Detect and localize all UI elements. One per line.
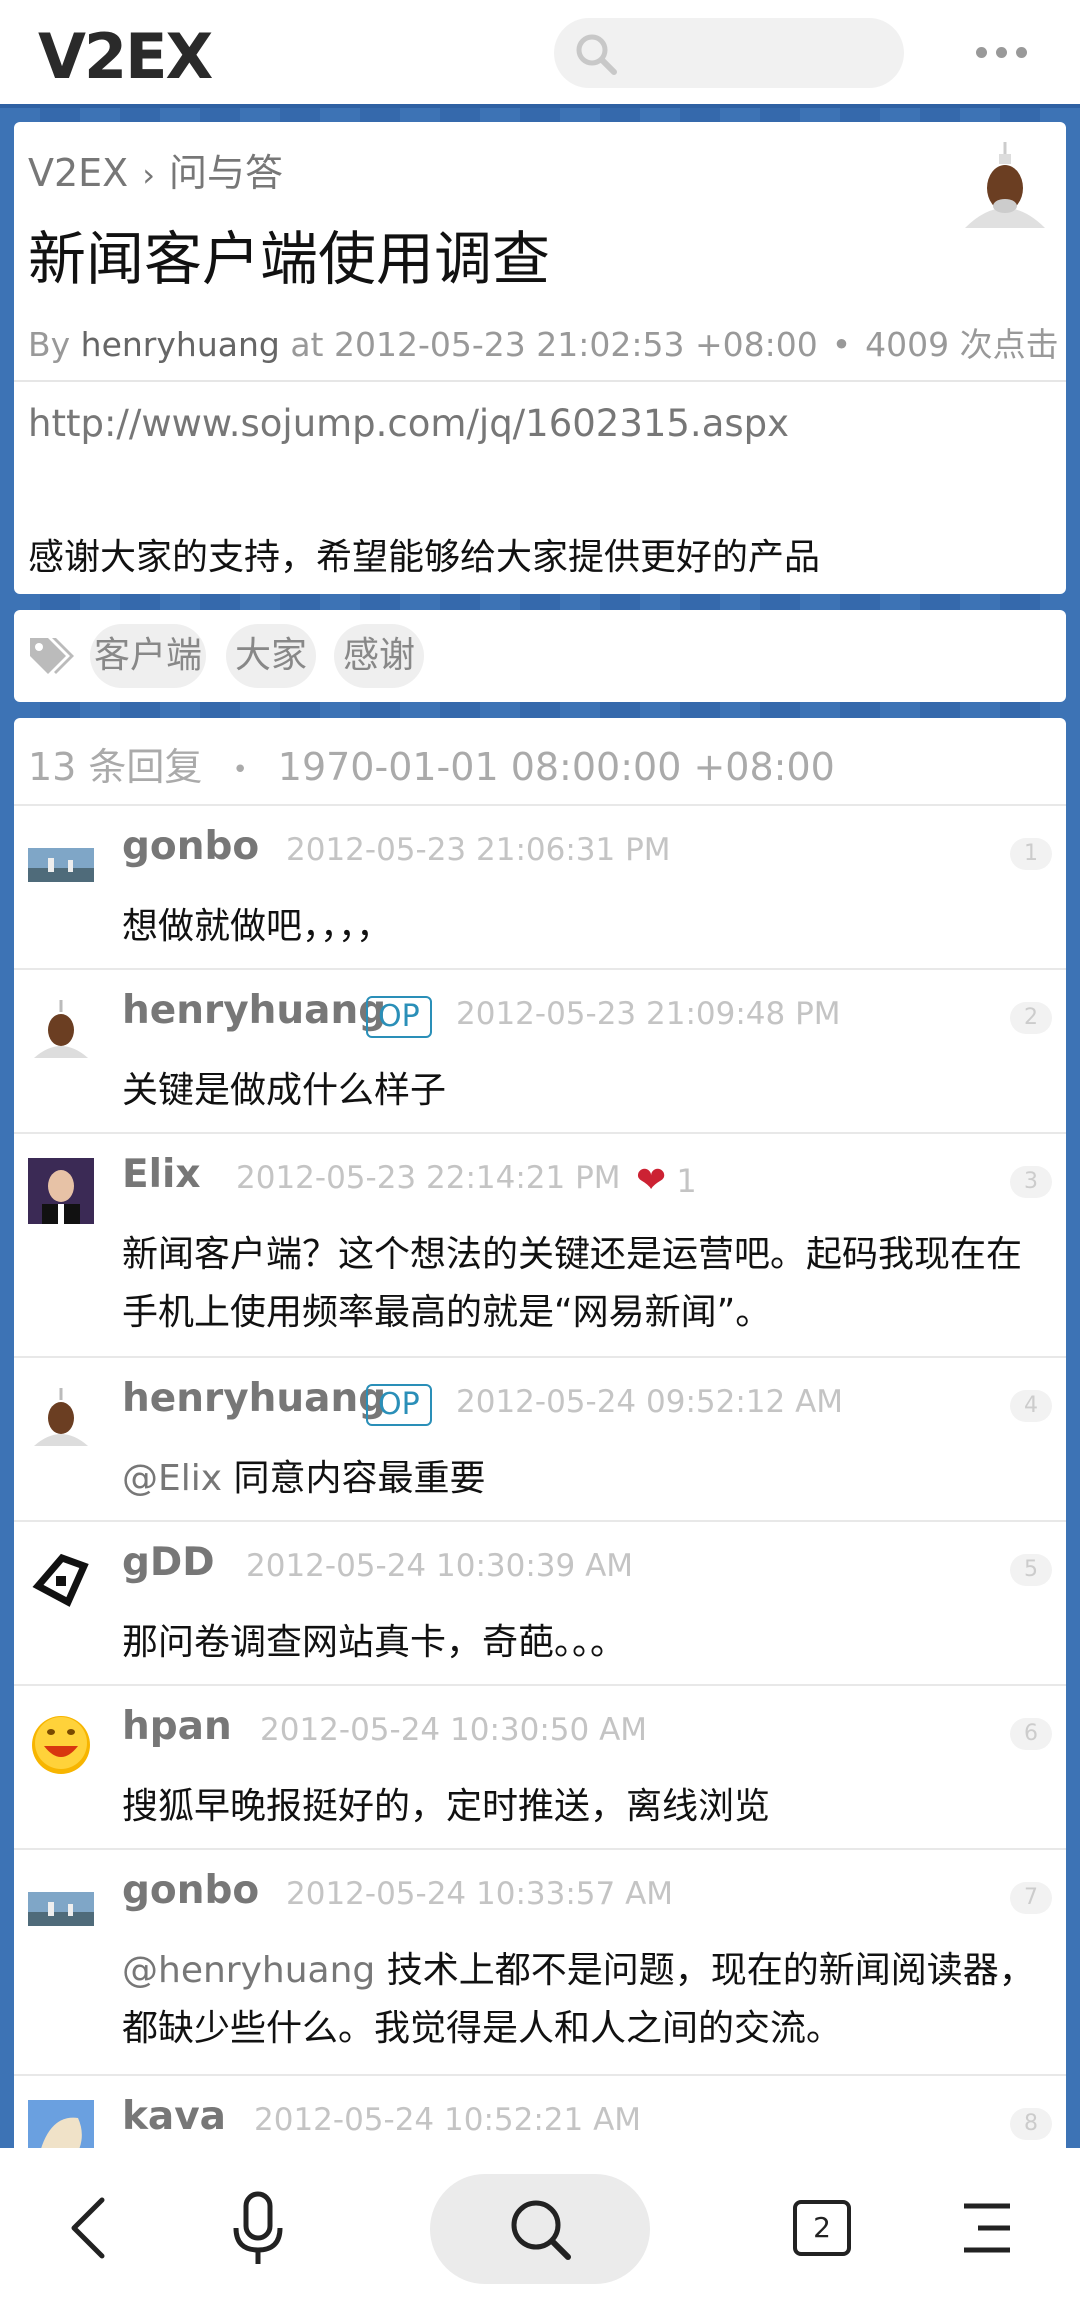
reply-username[interactable]: kava bbox=[122, 2094, 226, 2139]
reply-number: 3 bbox=[1010, 1166, 1052, 1198]
reply-time: 2012-05-23 21:09:48 PM bbox=[456, 996, 841, 1032]
topic-link[interactable]: http://www.sojump.com/jq/1602315.aspx bbox=[28, 402, 789, 445]
tag-chip[interactable]: 客户端 bbox=[90, 624, 206, 688]
like-number: 1 bbox=[676, 1162, 697, 1200]
author-avatar[interactable] bbox=[960, 138, 1050, 233]
meta-dot: • bbox=[831, 325, 852, 364]
like-count[interactable]: ❤ 1 bbox=[636, 1160, 697, 1201]
heart-icon: ❤ bbox=[636, 1160, 667, 1201]
replies-card: 13 条回复 • 1970-01-01 08:00:00 +08:00 gonbo … bbox=[14, 718, 1066, 2160]
author-link[interactable]: henryhuang bbox=[81, 325, 280, 364]
post-time: at 2012-05-23 21:02:53 +08:00 bbox=[290, 325, 818, 364]
tag-chip[interactable]: 感谢 bbox=[334, 624, 424, 688]
breadcrumb-separator: › bbox=[142, 156, 156, 194]
mention-link[interactable]: @henryhuang bbox=[122, 1950, 375, 1991]
reply-number: 4 bbox=[1010, 1390, 1052, 1422]
reply-item: henryhuang OP 2012-05-24 09:52:12 AM 4 @… bbox=[14, 1358, 1066, 1522]
topic-meta: By henryhuang at 2012-05-23 21:02:53 +08… bbox=[28, 318, 1059, 366]
breadcrumb: V2EX › 问与答 bbox=[28, 142, 283, 197]
tag-chip[interactable]: 大家 bbox=[226, 624, 316, 688]
breadcrumb-node[interactable]: 问与答 bbox=[169, 151, 283, 195]
reply-time: 2012-05-24 10:30:50 AM bbox=[260, 1712, 648, 1748]
user-avatar[interactable] bbox=[28, 1158, 94, 1224]
op-badge: OP bbox=[366, 996, 432, 1038]
topic-header-card: V2EX › 问与答 新闻客户端使用调查 By henryhuang at 2012… bbox=[14, 122, 1066, 594]
reply-item: Elix 2012-05-23 22:14:21 PM ❤ 1 3 新闻客户端？… bbox=[14, 1134, 1066, 1358]
user-avatar[interactable] bbox=[28, 1382, 94, 1448]
reply-count: 13 条回复 bbox=[28, 745, 203, 789]
last-reply-time: 1970-01-01 08:00:00 +08:00 bbox=[277, 745, 835, 789]
reply-time: 2012-05-23 21:06:31 PM bbox=[286, 832, 671, 868]
reply-time: 2012-05-23 22:14:21 PM bbox=[236, 1160, 621, 1196]
reply-time: 2012-05-24 10:52:21 AM bbox=[254, 2102, 642, 2138]
microphone-icon[interactable] bbox=[208, 2178, 308, 2278]
reply-content: 想做就做吧，，，， bbox=[122, 906, 393, 947]
search-icon bbox=[576, 34, 617, 75]
search-button[interactable] bbox=[430, 2174, 650, 2284]
reply-text: 同意内容最重要 bbox=[222, 1458, 486, 1499]
reply-content: 新闻客户端？这个想法的关键还是运营吧。起码我现在在手机上使用频率最高的就是“网易… bbox=[122, 1234, 1023, 1333]
reply-item: gonbo 2012-05-24 10:33:57 AM 7 @henryhua… bbox=[14, 1850, 1066, 2074]
op-badge: OP bbox=[366, 1384, 432, 1426]
reply-number: 1 bbox=[1010, 838, 1052, 870]
header-dot: • bbox=[232, 754, 248, 785]
reply-username[interactable]: hpan bbox=[122, 1704, 232, 1749]
topic-title: 新闻客户端使用调查 bbox=[28, 225, 551, 293]
reply-content: 关键是做成什么样子 bbox=[122, 1070, 447, 1111]
user-avatar[interactable] bbox=[28, 1710, 94, 1776]
mention-link[interactable]: @Elix bbox=[122, 1458, 222, 1499]
user-avatar[interactable] bbox=[28, 830, 94, 896]
reply-item: hpan 2012-05-24 10:30:50 AM 6 搜狐早晚报挺好的，定… bbox=[14, 1686, 1066, 1850]
user-avatar[interactable] bbox=[28, 994, 94, 1060]
reply-number: 6 bbox=[1010, 1718, 1052, 1750]
reply-time: 2012-05-24 10:33:57 AM bbox=[286, 1876, 674, 1912]
top-bar: V2EX bbox=[0, 0, 1080, 108]
tabs-button[interactable]: 2 bbox=[793, 2200, 851, 2256]
reply-username[interactable]: henryhuang bbox=[122, 1376, 386, 1421]
click-count: 4009 次点击 bbox=[865, 325, 1059, 364]
site-logo[interactable]: V2EX bbox=[38, 20, 213, 93]
menu-icon[interactable] bbox=[940, 2178, 1040, 2278]
reply-number: 8 bbox=[1010, 2108, 1052, 2140]
reply-content: 搜狐早晚报挺好的，定时推送，离线浏览 bbox=[122, 1786, 771, 1827]
search-icon bbox=[511, 2200, 571, 2260]
tags-card: 客户端 大家 感谢 bbox=[14, 610, 1066, 702]
replies-header: 13 条回复 • 1970-01-01 08:00:00 +08:00 bbox=[28, 736, 835, 791]
reply-username[interactable]: henryhuang bbox=[122, 988, 386, 1033]
reply-item: henryhuang OP 2012-05-23 21:09:48 PM 2 关… bbox=[14, 970, 1066, 1134]
reply-number: 2 bbox=[1010, 1002, 1052, 1034]
reply-content: 那问卷调查网站真卡，奇葩。。。 bbox=[122, 1622, 627, 1663]
reply-time: 2012-05-24 09:52:12 AM bbox=[456, 1384, 844, 1420]
bottom-nav: 2 bbox=[0, 2148, 1080, 2304]
reply-number: 7 bbox=[1010, 1882, 1052, 1914]
reply-item: gDD 2012-05-24 10:30:39 AM 5 那问卷调查网站真卡，奇… bbox=[14, 1522, 1066, 1686]
by-label: By bbox=[28, 325, 71, 364]
user-avatar[interactable] bbox=[28, 1546, 94, 1612]
divider bbox=[14, 380, 1066, 382]
more-menu-icon[interactable] bbox=[976, 40, 1036, 64]
reply-item: gonbo 2012-05-23 21:06:31 PM 1 想做就做吧，，，， bbox=[14, 806, 1066, 970]
tag-icon bbox=[30, 638, 74, 674]
reply-username[interactable]: gDD bbox=[122, 1540, 215, 1585]
search-input[interactable] bbox=[554, 18, 904, 88]
back-icon[interactable] bbox=[40, 2178, 140, 2278]
breadcrumb-root[interactable]: V2EX bbox=[28, 151, 128, 195]
reply-time: 2012-05-24 10:30:39 AM bbox=[246, 1548, 634, 1584]
reply-username[interactable]: Elix bbox=[122, 1152, 201, 1197]
reply-number: 5 bbox=[1010, 1554, 1052, 1586]
reply-content: @henryhuang 技术上都不是问题，现在的新闻阅读器，都缺少些什么。我觉得… bbox=[122, 1942, 1046, 2058]
topic-content: 感谢大家的支持，希望能够给大家提供更好的产品 bbox=[28, 537, 821, 578]
reply-content: @Elix 同意内容最重要 bbox=[122, 1450, 1046, 1508]
user-avatar[interactable] bbox=[28, 1874, 94, 1940]
reply-username[interactable]: gonbo bbox=[122, 824, 259, 869]
reply-username[interactable]: gonbo bbox=[122, 1868, 259, 1913]
